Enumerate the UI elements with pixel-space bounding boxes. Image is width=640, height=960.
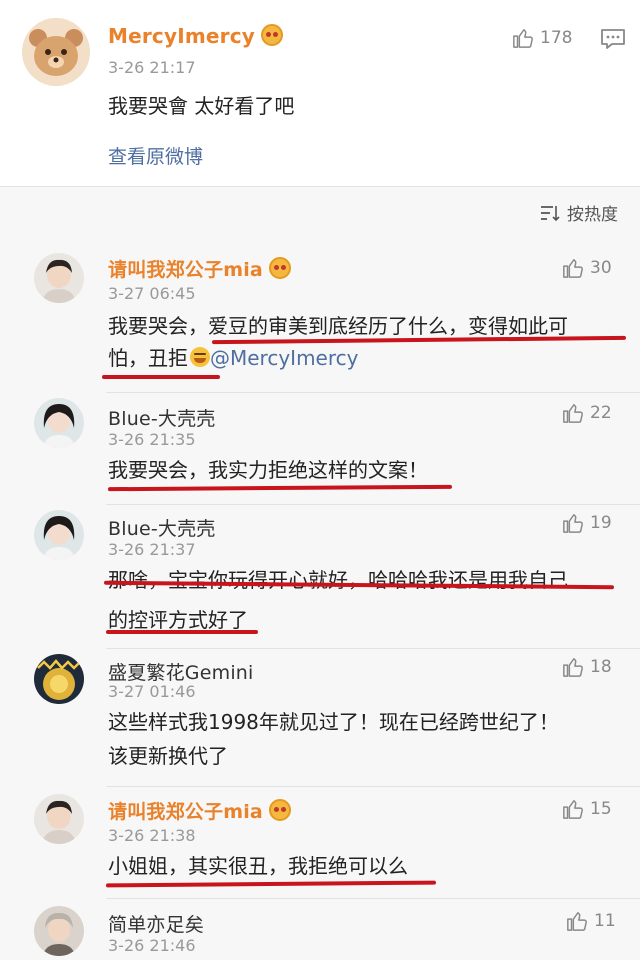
comment-text-fragment: 怕，丑拒	[108, 346, 188, 370]
comment-text-line: 的控评方式好了	[108, 608, 248, 632]
person-avatar-icon	[34, 794, 84, 844]
comment-time: 3-26 21:35	[108, 430, 196, 449]
comment-like-button[interactable]: 22	[562, 402, 612, 424]
comment-like-count: 30	[590, 258, 612, 278]
post-like-count: 178	[540, 28, 573, 48]
comment-like-count: 19	[590, 513, 612, 533]
person-avatar-icon	[34, 906, 84, 956]
comment-like-button[interactable]: 30	[562, 257, 612, 279]
post-time: 3-26 21:17	[108, 58, 196, 77]
original-post: MercyImercy 3-26 21:17 178 我要哭會 太好看了吧 查看…	[0, 0, 640, 187]
view-original-link[interactable]: 查看原微博	[108, 142, 203, 169]
mention-link[interactable]: @MercyImercy	[210, 346, 358, 370]
thumbs-up-icon	[513, 29, 533, 48]
comment-like-count: 22	[590, 403, 612, 423]
post-author-name[interactable]: MercyImercy	[108, 24, 255, 48]
comment-like-button[interactable]: 18	[562, 656, 612, 678]
comment-like-button[interactable]: 15	[562, 798, 612, 820]
comment-author[interactable]: 请叫我郑公子mia	[108, 797, 291, 824]
comment-author[interactable]: 简单亦足矣	[108, 910, 204, 937]
person-avatar-icon	[34, 510, 84, 560]
comment-like-count: 18	[590, 657, 612, 677]
gemini-avatar-icon	[34, 654, 84, 704]
comment-time: 3-26 21:38	[108, 826, 196, 845]
divider	[106, 786, 640, 787]
person-avatar-icon	[34, 253, 84, 303]
person-avatar-icon	[34, 398, 84, 448]
comment-time: 3-27 01:46	[108, 682, 196, 701]
comment-author-name[interactable]: 请叫我郑公子mia	[108, 259, 263, 281]
sort-icon	[541, 205, 560, 221]
highlight-underline	[102, 375, 220, 379]
comment-time: 3-26 21:46	[108, 936, 196, 955]
sort-label: 按热度	[567, 205, 618, 225]
comment-text-line: 怕，丑拒 @MercyImercy	[108, 338, 358, 378]
comment-text-line: 该更新换代了	[108, 744, 228, 768]
thumbs-up-icon	[563, 514, 583, 533]
bear-avatar-icon	[22, 18, 90, 86]
comment-author[interactable]: 盛夏繁花Gemini	[108, 658, 254, 685]
thumbs-up-icon	[563, 800, 583, 819]
post-like-button[interactable]: 178	[512, 27, 572, 49]
thumbs-up-icon	[563, 259, 583, 278]
comment-icon[interactable]	[600, 28, 626, 50]
avatar[interactable]	[34, 906, 84, 956]
comment-time: 3-26 21:37	[108, 540, 196, 559]
avatar[interactable]	[34, 654, 84, 704]
comment-like-button[interactable]: 19	[562, 512, 612, 534]
vip-badge-icon	[268, 257, 291, 279]
divider	[106, 898, 640, 899]
comment-author[interactable]: 请叫我郑公子mia	[108, 255, 291, 282]
comment-like-count: 11	[594, 911, 616, 931]
vip-badge-icon	[268, 799, 291, 821]
comment-like-button[interactable]: 11	[566, 910, 616, 932]
thumbs-up-icon	[563, 658, 583, 677]
comment-author[interactable]: Blue-大壳壳	[108, 404, 216, 431]
comment-author[interactable]: Blue-大壳壳	[108, 514, 216, 541]
avatar[interactable]	[22, 18, 90, 86]
post-author[interactable]: MercyImercy	[108, 24, 284, 48]
thumbs-up-icon	[563, 404, 583, 423]
divider	[106, 504, 640, 505]
comment-text-line: 那啥，宝宝你玩得开心就好，哈哈哈我还是用我自己	[108, 568, 568, 592]
post-content: 我要哭會 太好看了吧	[108, 94, 295, 118]
comment-author-name[interactable]: 请叫我郑公子mia	[108, 801, 263, 823]
divider	[106, 392, 640, 393]
thumbs-up-icon	[567, 912, 587, 931]
avatar[interactable]	[34, 253, 84, 303]
avatar[interactable]	[34, 398, 84, 448]
comment-time: 3-27 06:45	[108, 284, 196, 303]
comment-text-line: 小姐姐，其实很丑，我拒绝可以么	[108, 854, 408, 878]
divider	[106, 648, 640, 649]
laughing-emoji-icon	[190, 347, 210, 367]
vip-badge-icon	[261, 24, 284, 46]
avatar[interactable]	[34, 794, 84, 844]
highlight-underline	[106, 630, 258, 634]
avatar[interactable]	[34, 510, 84, 560]
comment-like-count: 15	[590, 799, 612, 819]
comment-text-line: 我要哭会，我实力拒绝这样的文案！	[108, 458, 428, 482]
sort-by-hot-button[interactable]: 按热度	[539, 200, 618, 225]
